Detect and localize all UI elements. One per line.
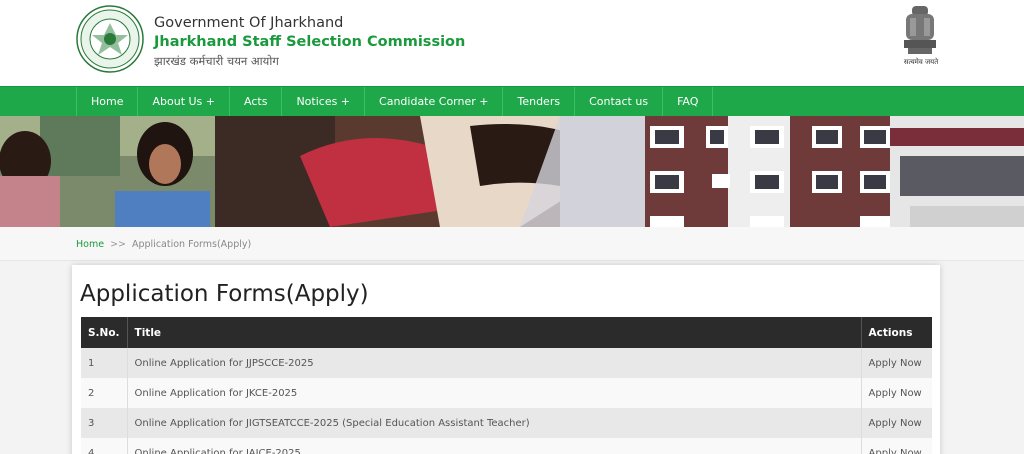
commission-name-hindi: झारखंड कर्मचारी चयन आयोग (154, 54, 279, 68)
nav-notices[interactable]: Notices + (282, 87, 366, 116)
row-title: Online Application for JKCE-2025 (127, 378, 862, 408)
table-row: 4 Online Application for JAICE-2025 Appl… (81, 438, 932, 454)
content-card: Application Forms(Apply) S.No. Title Act… (72, 265, 940, 454)
hero-banner (0, 116, 1024, 227)
application-forms-table: S.No. Title Actions 1 Online Application… (81, 317, 932, 454)
nav-home[interactable]: Home (76, 87, 139, 116)
column-header-title: Title (127, 317, 862, 348)
column-header-actions: Actions (861, 317, 932, 348)
breadcrumb-bar: Home >> Application Forms(Apply) (0, 227, 1024, 261)
page-title: Application Forms(Apply) (80, 281, 369, 307)
apply-now-link[interactable]: Apply Now (861, 438, 932, 454)
table-header-row: S.No. Title Actions (81, 317, 932, 348)
emblem-caption: सत्यमेव जयते (903, 58, 939, 66)
table-row: 3 Online Application for JIGTSEATCCE-202… (81, 408, 932, 438)
jssc-logo[interactable] (76, 5, 144, 73)
row-sno: 2 (81, 378, 128, 408)
column-header-sno: S.No. (81, 317, 128, 348)
nav-about-us[interactable]: About Us + (138, 87, 230, 116)
breadcrumb-home-link[interactable]: Home (76, 239, 104, 250)
row-title: Online Application for JAICE-2025 (127, 438, 862, 454)
commission-name: Jharkhand Staff Selection Commission (154, 34, 466, 50)
government-label: Government Of Jharkhand (154, 15, 344, 31)
apply-now-link[interactable]: Apply Now (861, 378, 932, 408)
nav-contact-us[interactable]: Contact us (575, 87, 664, 116)
site-header: Government Of Jharkhand Jharkhand Staff … (0, 0, 1024, 86)
apply-now-link[interactable]: Apply Now (861, 348, 932, 378)
row-sno: 1 (81, 348, 128, 378)
breadcrumb: Home >> Application Forms(Apply) (76, 239, 251, 250)
nav-faq[interactable]: FAQ (663, 87, 714, 116)
row-title: Online Application for JJPSCCE-2025 (127, 348, 862, 378)
row-sno: 4 (81, 438, 128, 454)
breadcrumb-current: Application Forms(Apply) (131, 239, 252, 250)
table-row: 2 Online Application for JKCE-2025 Apply… (81, 378, 932, 408)
main-navigation: Home About Us + Acts Notices + Candidate… (0, 86, 1024, 116)
table-row: 1 Online Application for JJPSCCE-2025 Ap… (81, 348, 932, 378)
row-title: Online Application for JIGTSEATCCE-2025 … (127, 408, 862, 438)
breadcrumb-separator: >> (110, 239, 126, 250)
apply-now-link[interactable]: Apply Now (861, 408, 932, 438)
row-sno: 3 (81, 408, 128, 438)
nav-acts[interactable]: Acts (230, 87, 283, 116)
nav-candidate-corner[interactable]: Candidate Corner + (365, 87, 504, 116)
nav-tenders[interactable]: Tenders (503, 87, 576, 116)
